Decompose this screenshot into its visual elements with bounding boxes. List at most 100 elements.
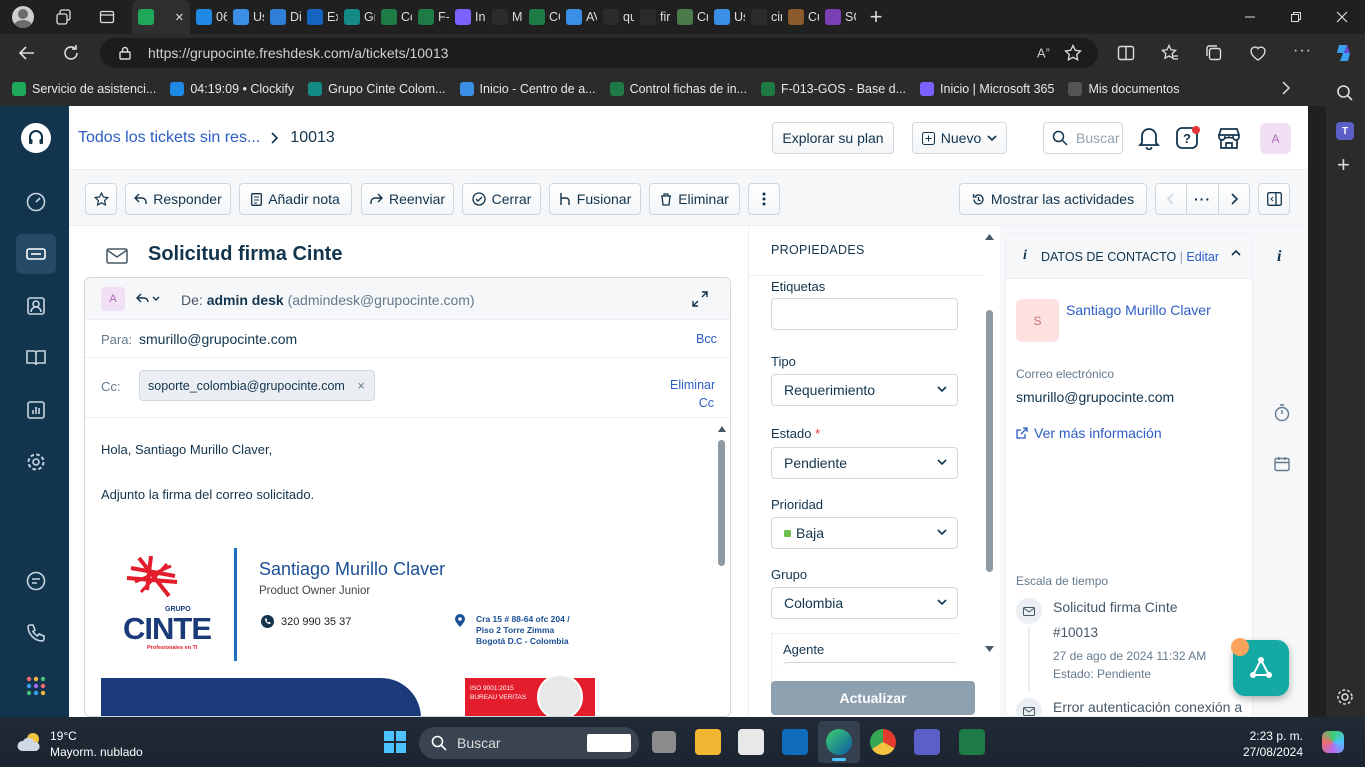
remove-cc-link[interactable]: Eliminar Cc (670, 376, 715, 412)
minimize-button[interactable] (1227, 11, 1273, 23)
task-view-icon[interactable] (652, 731, 676, 753)
teams-icon[interactable] (914, 729, 940, 755)
toggle-sidebar-button[interactable] (1258, 183, 1290, 215)
new-tab-button[interactable]: + (856, 4, 896, 30)
timeline-item[interactable]: Solicitud firma Cinte #10013 27 de ago de … (1053, 597, 1243, 683)
contact-name-link[interactable]: Santiago Murillo Claver (1066, 302, 1211, 318)
microsoft-store-icon[interactable] (738, 729, 764, 755)
windows-start-icon[interactable] (384, 731, 406, 753)
back-icon[interactable] (18, 44, 36, 62)
properties-scrollbar[interactable] (985, 234, 995, 664)
browser-tab[interactable]: ✕ (132, 0, 190, 34)
browser-tab[interactable]: qué (597, 0, 634, 34)
browser-tab[interactable]: SOl (819, 0, 856, 34)
reply-button[interactable]: Responder (125, 183, 231, 215)
freshdesk-logo-icon[interactable] (21, 123, 51, 153)
weather-cloud-icon[interactable] (16, 731, 44, 753)
browser-tab[interactable]: Gru (338, 0, 375, 34)
merge-button[interactable]: Fusionar (549, 183, 641, 215)
refresh-icon[interactable] (62, 44, 80, 62)
bookmark-item[interactable]: 04:19:09 • Clockify (170, 82, 294, 96)
browser-tab[interactable]: cint (745, 0, 782, 34)
browser-tab[interactable]: Excl (301, 0, 338, 34)
copilot-taskbar-icon[interactable] (1322, 731, 1344, 753)
type-select[interactable]: Requerimiento (771, 374, 958, 406)
contacts-icon[interactable] (16, 286, 56, 326)
update-button[interactable]: Actualizar (771, 681, 975, 715)
teams-icon[interactable]: T (1336, 122, 1354, 140)
info-tab-icon[interactable]: i (1277, 248, 1281, 266)
timeline-item[interactable]: Error autenticación conexión a base de d… (1053, 697, 1243, 717)
close-ticket-button[interactable]: Cerrar (462, 183, 541, 215)
browser-tab[interactable]: Cor (375, 0, 412, 34)
group-select[interactable]: Colombia (771, 587, 958, 619)
ticket-list-more-button[interactable]: ··· (1186, 183, 1219, 215)
timer-icon[interactable] (1274, 404, 1290, 422)
bookmark-item[interactable]: Grupo Cinte Colom... (308, 82, 446, 96)
profile-avatar[interactable] (0, 6, 46, 28)
bookmark-item[interactable]: F-013-GOS - Base d... (760, 82, 906, 96)
close-window-button[interactable] (1319, 11, 1365, 23)
notifications-bell-icon[interactable] (1138, 126, 1160, 150)
workspaces-icon[interactable] (46, 9, 82, 25)
browser-tab[interactable]: Use (227, 0, 264, 34)
tags-input[interactable] (771, 298, 958, 330)
excel-icon[interactable] (959, 729, 985, 755)
restore-button[interactable] (1273, 11, 1319, 23)
bcc-link[interactable]: Bcc (696, 332, 717, 346)
delete-button[interactable]: Eliminar (649, 183, 740, 215)
bookmark-item[interactable]: Inicio - Centro de a... (459, 82, 596, 96)
collapse-chevron-up-icon[interactable] (1231, 249, 1241, 257)
browser-tab[interactable]: Inici (449, 0, 486, 34)
knowledge-base-icon[interactable] (16, 338, 56, 378)
forward-button[interactable]: Reenviar (361, 183, 454, 215)
freddy-ai-button[interactable] (1231, 638, 1289, 696)
phone-icon[interactable] (16, 613, 56, 653)
tickets-icon[interactable] (16, 234, 56, 274)
chat-icon[interactable] (16, 561, 56, 601)
collections-icon[interactable] (1205, 44, 1223, 62)
to-field[interactable]: smurillo@grupocinte.com (139, 331, 297, 347)
bookmark-item[interactable]: Mis documentos (1068, 82, 1179, 96)
status-select[interactable]: Pendiente (771, 447, 958, 479)
editor-body[interactable]: Hola, Santiago Murillo Claver, Adjunto l… (85, 418, 730, 716)
browser-tab[interactable]: AV- (560, 0, 597, 34)
bookmarks-more-icon[interactable] (1280, 80, 1292, 96)
search-input[interactable]: Buscar (1043, 122, 1123, 154)
split-screen-icon[interactable] (1117, 44, 1135, 62)
favorite-star-icon[interactable] (1064, 44, 1082, 62)
lock-icon[interactable] (118, 46, 132, 60)
agent-select[interactable] (783, 662, 958, 666)
marketplace-store-icon[interactable] (1216, 126, 1242, 150)
more-actions-button[interactable] (748, 183, 780, 215)
address-bar[interactable]: https://grupocinte.freshdesk.com/a/ticke… (100, 38, 1098, 68)
dashboard-icon[interactable] (16, 182, 56, 222)
browser-tab[interactable]: Usu (708, 0, 745, 34)
expand-editor-icon[interactable] (692, 291, 708, 307)
chrome-icon[interactable] (870, 729, 896, 755)
outlook-icon[interactable] (782, 729, 808, 755)
taskbar-search[interactable]: Buscar (419, 727, 639, 759)
edit-contact-link[interactable]: Editar (1186, 250, 1219, 264)
user-avatar[interactable]: A (1260, 123, 1291, 154)
browser-tab[interactable]: firm (634, 0, 671, 34)
tab-actions-icon[interactable] (82, 9, 132, 25)
favorites-icon[interactable] (1161, 44, 1179, 62)
next-ticket-button[interactable] (1218, 183, 1250, 215)
favorite-ticket-button[interactable] (85, 183, 117, 215)
show-activities-button[interactable]: Mostrar las actividades (959, 183, 1147, 215)
previous-ticket-button[interactable] (1155, 183, 1187, 215)
performance-icon[interactable] (1249, 44, 1267, 62)
add-note-button[interactable]: Añadir nota (239, 183, 352, 215)
browser-tab[interactable]: Mis (486, 0, 523, 34)
close-tab-icon[interactable]: ✕ (175, 11, 184, 24)
more-options-icon[interactable]: ··· (1293, 42, 1312, 60)
edge-taskbar-active[interactable] (818, 721, 860, 763)
breadcrumb-parent-link[interactable]: Todos los tickets sin res... (78, 129, 260, 147)
add-sidebar-app-icon[interactable]: + (1337, 154, 1350, 176)
search-icon[interactable] (1336, 84, 1354, 102)
calendar-icon[interactable] (1274, 456, 1290, 472)
bookmark-item[interactable]: Servicio de asistenci... (12, 82, 156, 96)
browser-tab[interactable]: Cre (671, 0, 708, 34)
bookmark-item[interactable]: Inicio | Microsoft 365 (920, 82, 1054, 96)
